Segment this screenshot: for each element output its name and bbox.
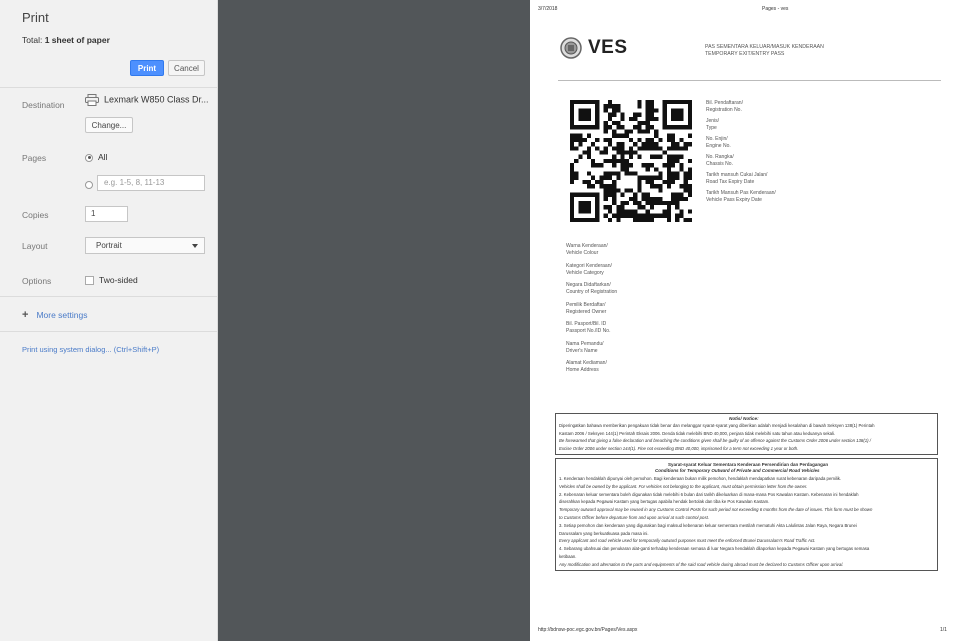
field-label: Kategori Kenderaan/ [566, 262, 612, 269]
field-label: Bil. Pasport/Bil. ID [566, 321, 607, 327]
field-label: No. Enjin/ [706, 136, 728, 142]
text-line: Excise Order 2006 under section 144(1). … [559, 445, 799, 451]
options-label: Options [22, 276, 52, 286]
more-settings-label: More settings [36, 310, 88, 320]
text-line: Darussalam yang berkuatkuasa pada masa i… [559, 530, 649, 536]
footer-url: http://bdnsw-poc.egc.gov.bn/Pages/Ves.as… [538, 627, 638, 633]
logo-text: VES [588, 37, 628, 58]
text-line: Be forewarned that giving a false declar… [559, 438, 871, 443]
field-label: Warna Kenderaan/ [566, 243, 608, 249]
field-label: No. Rangka/ [706, 154, 734, 160]
two-sided-checkbox[interactable] [85, 276, 94, 286]
text-line: Temporary outward approval may be reused… [559, 507, 873, 513]
dialog-title: Print [22, 10, 49, 25]
field-label: Road Tax Expiry Date [706, 179, 755, 185]
field-label: Tarikh mansuh Cukai Jalan/ [706, 172, 768, 178]
layout-value: Portrait [96, 241, 122, 250]
copies-input[interactable]: 1 [85, 206, 128, 222]
conditions-title-ms: Syarat-syarat Keluar Sementara Kenderaan… [668, 462, 829, 467]
text-line: Kastam 2006 / Seksyen 144(1) Perintah Ek… [559, 430, 836, 436]
field-label: Engine No. [706, 143, 731, 149]
field-label: Chassis No. [706, 161, 733, 167]
field-label: Registration No. [706, 107, 742, 113]
field-label: Country of Registration [566, 289, 618, 295]
plus-icon: + [22, 309, 29, 321]
text-line: 4. Sebarang ubahsuai dan penukaran alat-… [559, 546, 870, 552]
divider [0, 331, 218, 332]
field-label: Vehicle Colour [566, 250, 599, 256]
pages-all-label: All [98, 152, 108, 162]
two-sided-label: Two-sided [99, 275, 138, 285]
total-label: Total: [22, 35, 43, 45]
copies-label: Copies [22, 210, 49, 220]
two-sided-option[interactable]: Two-sided [85, 275, 138, 286]
print-settings-panel: Print Total: 1 sheet of paper Print Cance… [0, 0, 218, 641]
text-line: 3. Setiap pemohon dan kenderaan yang dig… [559, 522, 857, 528]
print-preview-page: 3/7/2018 Pages - ves VES PAS SEMENTARA K… [530, 0, 956, 641]
field-label: Vehicle Pass Expiry Date [706, 197, 762, 203]
pages-all-option[interactable]: All [85, 152, 107, 162]
divider [0, 87, 218, 88]
field-label: Jenis/ [706, 118, 720, 124]
footer-page-number: 1/1 [940, 627, 947, 633]
field-label: Driver's Name [566, 347, 598, 354]
total-value: 1 sheet of paper [44, 35, 110, 45]
destination-select[interactable]: Lexmark W850 Class Dr... [85, 94, 209, 106]
text-line: Vehicles shall be owned by the applicant… [559, 483, 808, 489]
header-date: 3/7/2018 [538, 6, 558, 12]
field-label: Pemilik Berdaftar/ [566, 301, 606, 308]
header-rule [558, 80, 941, 81]
field-label: Bil. Pendaftaran/ [706, 100, 743, 106]
text-line: Any modification and alternation to the … [559, 561, 844, 567]
pages-all-radio[interactable] [85, 153, 93, 162]
printer-icon [85, 94, 99, 106]
text-line: 1. Kenderaan hendaklah dipunyai oleh pem… [559, 476, 842, 481]
text-line: to Customs Officer before departure from… [559, 515, 709, 520]
field-label: Alamat Kediaman/ [566, 360, 607, 366]
field-label: Home Address [566, 367, 599, 373]
cancel-button[interactable]: Cancel [168, 60, 205, 76]
total-summary: Total: 1 sheet of paper [22, 35, 205, 45]
pages-label: Pages [22, 153, 47, 163]
text-line: Every applicant and road vehicle used fo… [559, 538, 816, 544]
pass-title-en: TEMPORARY EXIT/ENTRY PASS [705, 51, 785, 57]
pages-custom-radio[interactable] [85, 180, 93, 189]
field-label: Registered Owner [566, 308, 607, 315]
destination-label: Destination [22, 100, 65, 110]
field-label: Nama Pemandu/ [566, 340, 604, 347]
layout-select[interactable]: Portrait [85, 237, 205, 254]
conditions-box: Syarat-syarat Keluar Sementara Kenderaan… [555, 458, 938, 571]
layout-label: Layout [22, 241, 48, 251]
action-buttons: Print Cancel [22, 60, 205, 78]
field-label: Passport No./ID No. [566, 328, 611, 334]
change-destination-button[interactable]: Change... [85, 117, 133, 133]
ves-emblem-icon [560, 37, 582, 59]
notice-title: Notis/ Notice: [729, 416, 759, 421]
pass-title-ms: PAS SEMENTARA KELUAR/MASUK KENDERAAN [705, 44, 824, 50]
pages-range-input[interactable]: e.g. 1-5, 8, 11-13 [97, 175, 205, 191]
destination-value: Lexmark W850 Class Dr... [104, 94, 209, 105]
field-label: Negara Didaftarkan/ [566, 282, 611, 288]
field-label: Type [706, 125, 717, 131]
text-line: diserahkan kepada Pegawai Kastam yang be… [559, 499, 770, 505]
text-line: 2. Kebenaran keluar sementara boleh digu… [559, 491, 859, 497]
more-settings-toggle[interactable]: + More settings [22, 309, 87, 321]
print-button[interactable]: Print [130, 60, 164, 76]
text-line: ketibaan. [559, 554, 577, 559]
conditions-title-en: Conditions for Temporary Outward of Priv… [655, 468, 820, 473]
field-label: Tarikh Mansuh Pas Kenderaan/ [706, 190, 776, 196]
header-page-title: Pages - ves [762, 6, 789, 12]
qr-code-icon [570, 100, 692, 222]
system-dialog-link[interactable]: Print using system dialog... (Ctrl+Shift… [22, 345, 159, 354]
text-line: Diperingatkan bahawa memberikan pengakua… [559, 423, 875, 428]
divider [0, 296, 218, 297]
field-label: Vehicle Category [566, 269, 604, 276]
chevron-down-icon [192, 244, 198, 248]
notice-box: Notis/ Notice: Diperingatkan bahawa memb… [555, 413, 938, 455]
